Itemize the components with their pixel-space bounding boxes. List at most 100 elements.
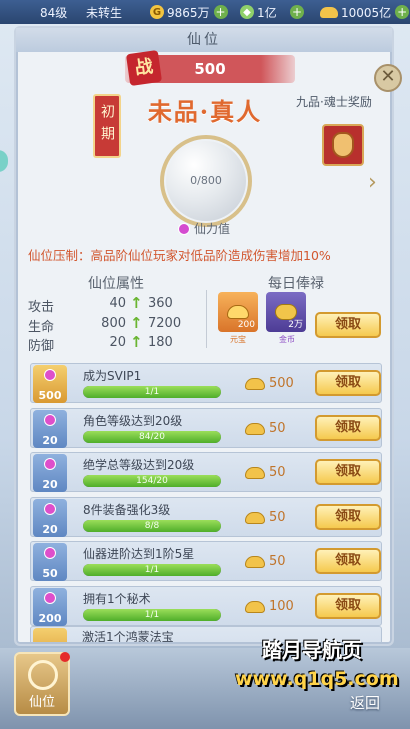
reward-bag-icon bbox=[332, 132, 354, 158]
gem-icon bbox=[44, 547, 56, 559]
task-progress-bar: 1/1 bbox=[83, 564, 221, 576]
orb-label: 仙力值 bbox=[178, 220, 230, 237]
side-tab-handle[interactable] bbox=[0, 150, 8, 172]
task-progress-bar: 1/1 bbox=[83, 386, 221, 398]
add-silver-button[interactable]: + bbox=[290, 5, 304, 19]
task-claim-button[interactable]: 领取 bbox=[315, 593, 381, 619]
daily-coin-sub: 金币 bbox=[279, 335, 295, 344]
daily-claim-button[interactable]: 领取 bbox=[315, 312, 381, 338]
rank-stage-tag: 初期 bbox=[93, 94, 121, 158]
task-progress-text: 1/1 bbox=[144, 610, 160, 620]
task-reward-amount: 100 bbox=[269, 599, 294, 614]
task-name: 成为SVIP1 bbox=[83, 369, 142, 383]
task-progress-bar: 84/20 bbox=[83, 431, 221, 443]
task-claim-button[interactable]: 领取 bbox=[315, 548, 381, 574]
task-badge: 500 bbox=[33, 365, 67, 403]
gold-currency: G 9865万 + bbox=[150, 4, 228, 21]
task-name: 激活1个鸿蒙法宝 bbox=[82, 630, 174, 642]
xianwei-emblem-icon bbox=[28, 660, 58, 690]
next-arrow-icon[interactable]: › bbox=[368, 170, 386, 196]
ingot-icon bbox=[245, 378, 265, 390]
xianwei-nav-button[interactable]: 仙位 bbox=[14, 652, 70, 716]
up-arrow-icon: ↑ bbox=[130, 314, 143, 332]
up-arrow-icon: ↑ bbox=[130, 333, 143, 351]
task-badge-value: 200 bbox=[38, 612, 62, 625]
stat-row-attack: 攻击 40 ↑ 360 bbox=[28, 294, 173, 315]
task-reward-amount: 50 bbox=[269, 554, 286, 569]
ingot-icon bbox=[245, 467, 265, 479]
task-name: 角色等级达到20级 bbox=[83, 414, 183, 428]
daily-coin-item[interactable]: 2万 bbox=[266, 292, 306, 332]
gem-icon bbox=[44, 503, 56, 515]
gem-icon bbox=[44, 414, 56, 426]
daily-title: 每日俸禄 bbox=[268, 276, 324, 292]
task-badge-value: 20 bbox=[42, 523, 58, 536]
silver-currency: ◆ 1亿 bbox=[240, 4, 277, 21]
task-row: 500 成为SVIP1 1/1 500 领取 bbox=[30, 363, 382, 403]
rank-reward-label: 九品·魂士奖励 bbox=[296, 95, 372, 109]
ingot-currency: 10005亿 + bbox=[320, 4, 410, 21]
player-level: 84级 bbox=[40, 5, 68, 20]
task-reward-amount: 50 bbox=[269, 421, 286, 436]
task-progress-text: 154/20 bbox=[136, 476, 168, 486]
task-name: 仙器进阶达到1阶5星 bbox=[83, 547, 195, 561]
silver-coin-icon: ◆ bbox=[240, 5, 254, 19]
task-reward-amount: 500 bbox=[269, 376, 294, 391]
task-progress-bar: 1/1 bbox=[83, 609, 221, 621]
suppress-description: 仙位压制：高品阶仙位玩家对低品阶造成伤害增加10% bbox=[28, 248, 331, 263]
panel-title: 仙位 bbox=[16, 28, 392, 52]
task-progress-text: 84/20 bbox=[139, 432, 165, 442]
task-badge: 200 bbox=[33, 588, 67, 626]
task-row: 20 角色等级达到20级 84/20 50 领取 bbox=[30, 408, 382, 448]
task-row: 20 8件装备强化3级 8/8 50 领取 bbox=[30, 497, 382, 537]
gem-icon bbox=[178, 222, 190, 235]
task-badge-value: 50 bbox=[42, 567, 58, 580]
close-button[interactable]: ✕ bbox=[374, 64, 402, 92]
add-gold-button[interactable]: + bbox=[213, 5, 228, 19]
task-name: 拥有1个秘术 bbox=[83, 592, 151, 606]
rebirth-status: 未转生 bbox=[86, 5, 123, 20]
ingot-icon bbox=[245, 512, 265, 524]
ingot-pile-icon bbox=[227, 305, 249, 319]
task-badge: 20 bbox=[33, 499, 67, 537]
gem-icon bbox=[44, 592, 56, 604]
task-progress-text: 8/8 bbox=[144, 521, 160, 531]
ingot-icon bbox=[245, 423, 265, 435]
gem-icon bbox=[44, 458, 56, 470]
ingot-icon bbox=[320, 6, 338, 18]
task-badge bbox=[33, 628, 67, 642]
section-divider bbox=[206, 290, 207, 348]
ingot-icon bbox=[245, 556, 265, 568]
watermark-title: 踏月导航页 bbox=[262, 638, 362, 662]
ingot-icon bbox=[245, 601, 265, 613]
attributes-title: 仙位属性 bbox=[88, 276, 144, 292]
task-badge-value: 20 bbox=[42, 434, 58, 447]
stat-row-hp: 生命 800 ↑ 7200 bbox=[28, 314, 182, 335]
task-badge: 20 bbox=[33, 410, 67, 448]
task-reward-amount: 50 bbox=[269, 510, 286, 525]
task-claim-button[interactable]: 领取 bbox=[315, 504, 381, 530]
gold-coin-icon: G bbox=[150, 5, 164, 19]
daily-ingot-item[interactable]: 200 bbox=[218, 292, 258, 332]
combat-power-value: 500 bbox=[194, 60, 226, 78]
task-claim-button[interactable]: 领取 bbox=[315, 459, 381, 485]
task-row: 50 仙器进阶达到1阶5星 1/1 50 领取 bbox=[30, 541, 382, 581]
watermark-url: www.q1q5.com bbox=[235, 668, 399, 690]
task-claim-button[interactable]: 领取 bbox=[315, 415, 381, 441]
task-badge-value: 500 bbox=[38, 389, 62, 402]
rank-reward-item[interactable] bbox=[322, 124, 364, 166]
task-progress-text: 1/1 bbox=[144, 387, 160, 397]
back-button[interactable]: 返回 bbox=[350, 692, 380, 713]
daily-ingot-sub: 元宝 bbox=[230, 335, 246, 344]
task-progress-bar: 154/20 bbox=[83, 475, 221, 487]
up-arrow-icon: ↑ bbox=[130, 294, 143, 312]
task-badge: 20 bbox=[33, 454, 67, 492]
add-ingot-button[interactable]: + bbox=[395, 5, 410, 19]
task-claim-button[interactable]: 领取 bbox=[315, 370, 381, 396]
task-row: 20 绝学总等级达到20级 154/20 50 领取 bbox=[30, 452, 382, 492]
notification-dot bbox=[60, 652, 70, 662]
stat-row-defense: 防御 20 ↑ 180 bbox=[28, 333, 173, 354]
task-name: 绝学总等级达到20级 bbox=[83, 458, 195, 472]
task-reward-amount: 50 bbox=[269, 465, 286, 480]
task-progress-text: 1/1 bbox=[144, 565, 160, 575]
